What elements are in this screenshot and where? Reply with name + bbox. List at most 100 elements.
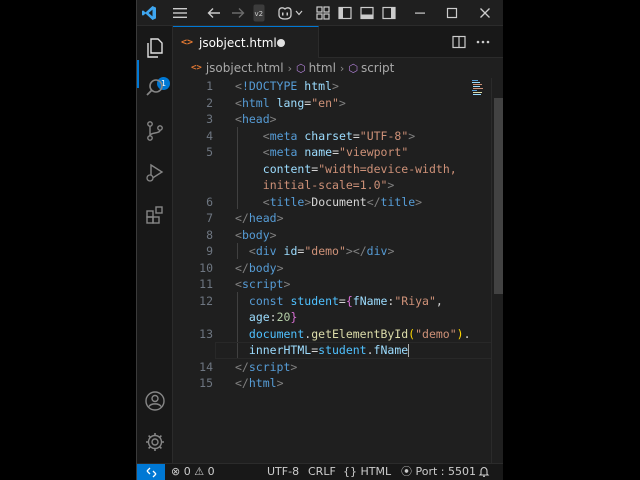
code-text: </html> (235, 375, 284, 392)
warning-icon: ⚠ (194, 465, 205, 478)
extensions-icon[interactable] (141, 201, 169, 229)
code-token: "en" (311, 95, 339, 110)
toggle-primary-sidebar-icon[interactable] (335, 3, 355, 23)
language-braces: {} (343, 465, 357, 478)
copilot-icon[interactable] (275, 3, 295, 23)
code-token: initial-scale=1.0" (262, 178, 388, 192)
code-token: fName (352, 293, 388, 308)
code-line[interactable]: 12 const student={fName:"Riya", (173, 293, 503, 310)
remote-icon[interactable] (137, 464, 165, 480)
close-icon[interactable] (475, 3, 495, 23)
toggle-secondary-sidebar-icon[interactable] (379, 3, 399, 23)
breadcrumb-script[interactable]: script (361, 61, 394, 75)
eol-status[interactable]: CRLF (308, 464, 336, 480)
code-token: lang (276, 95, 305, 110)
code-token: > (331, 79, 339, 93)
breadcrumb: <> jsobject.html › ⬡ html › ⬡ script (173, 58, 503, 78)
chevron-right-icon: › (287, 61, 292, 75)
command-center-icon[interactable]: v2 (252, 3, 266, 23)
code-token: charset (304, 128, 353, 143)
search-icon[interactable] (141, 74, 169, 102)
code-token: > (276, 376, 284, 390)
line-number: 8 (206, 227, 213, 242)
notifications-bell-icon[interactable] (478, 464, 490, 480)
code-line[interactable]: 9 <div id="demo"></div> (173, 243, 503, 260)
code-line[interactable]: 8 <body> (173, 227, 503, 244)
code-line[interactable]: age:20} (173, 309, 503, 326)
menu-icon[interactable] (170, 3, 190, 23)
code-token: = (338, 293, 346, 308)
customize-layout-icon[interactable] (313, 3, 333, 23)
maximize-icon[interactable] (442, 3, 462, 23)
language-mode-status[interactable]: {} HTML (343, 464, 391, 480)
code-token: div (366, 244, 388, 258)
code-line[interactable]: 4 <meta charset="UTF-8"> (173, 128, 503, 145)
scrollbar-thumb[interactable] (494, 98, 503, 294)
code-token: html (248, 376, 277, 390)
minimize-icon[interactable] (410, 3, 430, 23)
code-line[interactable]: innerHTML=student.fName (173, 342, 503, 359)
source-control-icon[interactable] (141, 117, 169, 145)
code-token: body (248, 260, 277, 275)
split-editor-icon[interactable] (451, 34, 467, 50)
code-line[interactable]: 10 </body> (173, 260, 503, 277)
code-line[interactable]: 14 </script> (173, 359, 503, 376)
minimap[interactable] (471, 78, 485, 98)
code-token: > (387, 244, 395, 258)
code-line[interactable]: 13 document.getElementById("demo"). (173, 326, 503, 343)
code-line[interactable]: 2 <html lang="en"> (173, 95, 503, 112)
breadcrumb-html[interactable]: html (309, 61, 336, 75)
code-token: name (304, 145, 333, 159)
code-text: </body> (235, 260, 284, 277)
unsaved-dot-icon[interactable] (277, 39, 285, 47)
code-editor[interactable]: 1 <!DOCTYPE html> 2 <html lang="en"> 3 <head>… (173, 78, 503, 463)
code-text: <title>Document</title> (263, 194, 422, 211)
vertical-scrollbar[interactable] (491, 78, 503, 463)
element-cube-icon: ⬡ (348, 61, 358, 75)
code-text: <!DOCTYPE html> (235, 78, 339, 95)
back-arrow-icon[interactable] (204, 3, 224, 23)
code-line[interactable]: 7 </head> (173, 210, 503, 227)
line-number: 2 (206, 95, 213, 110)
code-text: <script> (235, 276, 290, 293)
code-line[interactable]: 1 <!DOCTYPE html> (173, 78, 503, 95)
code-token: div (255, 244, 277, 258)
problems-status[interactable]: ⊗ 0 ⚠ 0 (171, 464, 215, 480)
code-token: </ (235, 211, 249, 225)
chevron-down-icon[interactable] (294, 3, 304, 23)
explorer-files-icon[interactable] (141, 34, 169, 62)
code-line[interactable]: 5 <meta name="viewport" (173, 144, 503, 161)
code-token: fName (373, 343, 409, 357)
code-token: student (290, 293, 339, 308)
code-token: meta (269, 145, 298, 159)
code-line[interactable]: 6 <title>Document</title> (173, 194, 503, 211)
toggle-panel-icon[interactable] (357, 3, 377, 23)
code-line[interactable]: 11 <script> (173, 276, 503, 293)
code-line[interactable]: 15 </html> (173, 375, 503, 392)
line-number: 13 (199, 326, 213, 341)
forward-arrow-icon[interactable] (228, 3, 248, 23)
tab-jsobject-html[interactable]: <> jsobject.html (173, 26, 319, 58)
code-token: innerHTML (248, 343, 312, 357)
more-actions-icon[interactable] (475, 34, 491, 50)
line-number: 9 (206, 244, 213, 258)
line-number: 4 (206, 128, 213, 143)
code-line[interactable]: initial-scale=1.0"> (173, 177, 503, 194)
accounts-icon[interactable] (141, 387, 169, 415)
code-line[interactable]: content="width=device-width, (173, 161, 503, 178)
live-server-status[interactable]: ⦿ Port : 5501 (401, 464, 476, 480)
run-and-debug-icon[interactable] (141, 159, 169, 187)
encoding-status[interactable]: UTF-8 (267, 464, 299, 480)
line-number: 10 (199, 260, 213, 275)
code-token: meta (269, 128, 298, 143)
code-token: "width=device-width, (318, 161, 457, 176)
breadcrumb-file[interactable]: jsobject.html (206, 61, 284, 75)
code-line[interactable]: 3 <head> (173, 111, 503, 128)
settings-gear-icon[interactable] (141, 428, 169, 456)
code-token: } (290, 310, 298, 324)
code-token: ></ (345, 244, 367, 258)
code-token: student (318, 343, 367, 357)
error-icon: ⊗ (171, 465, 181, 478)
code-token: document (248, 326, 305, 341)
